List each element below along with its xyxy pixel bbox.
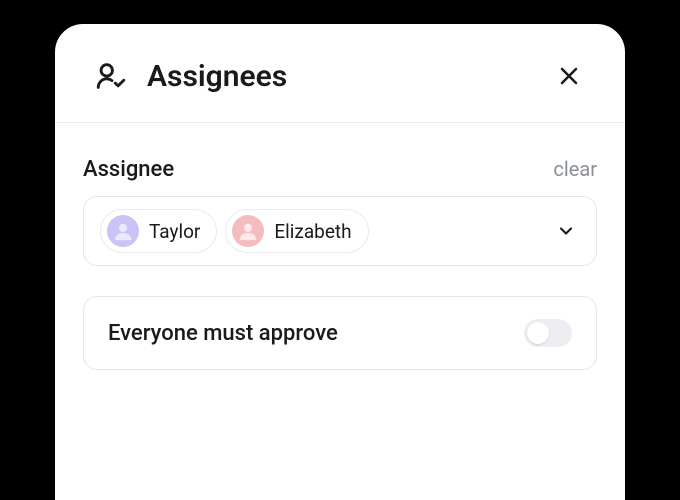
approve-toggle-row: Everyone must approve <box>83 296 597 370</box>
panel-header: Assignees <box>55 24 625 123</box>
assignee-chips: Taylor Elizabeth <box>100 209 544 253</box>
assignee-select[interactable]: Taylor Elizabeth <box>83 196 597 266</box>
chip-name: Elizabeth <box>274 220 351 243</box>
approve-toggle[interactable] <box>524 319 572 347</box>
close-button[interactable] <box>551 58 587 94</box>
person-icon <box>237 220 259 242</box>
panel-title: Assignees <box>147 59 551 94</box>
avatar <box>107 215 139 247</box>
assignees-panel: Assignees Assignee clear <box>55 24 625 500</box>
person-check-icon <box>93 58 129 94</box>
panel-body: Assignee clear Taylor <box>55 123 625 370</box>
person-icon <box>112 220 134 242</box>
assignee-chip[interactable]: Elizabeth <box>225 209 368 253</box>
chevron-down-icon <box>552 217 580 245</box>
clear-button[interactable]: clear <box>553 157 597 181</box>
assignee-chip[interactable]: Taylor <box>100 209 217 253</box>
toggle-knob <box>527 322 549 344</box>
chip-name: Taylor <box>149 220 200 243</box>
avatar <box>232 215 264 247</box>
assignee-label: Assignee <box>83 157 174 182</box>
assignee-field-header: Assignee clear <box>83 157 597 182</box>
close-icon <box>557 64 581 88</box>
approve-toggle-label: Everyone must approve <box>108 321 338 346</box>
